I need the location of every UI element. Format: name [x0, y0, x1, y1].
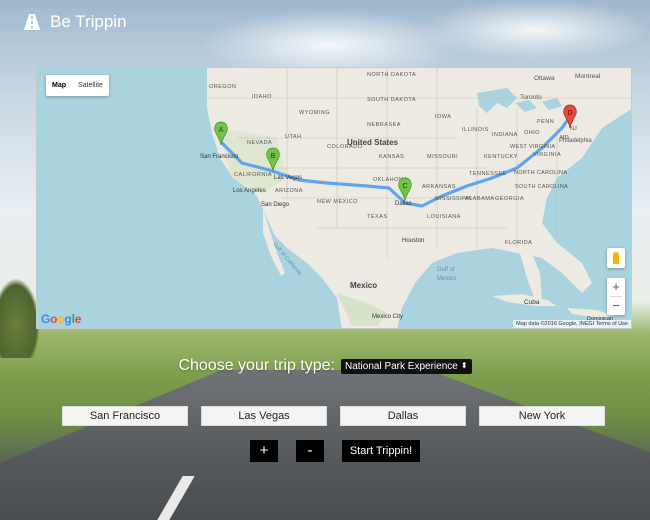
- start-trippin-button[interactable]: Start Trippin!: [342, 440, 420, 462]
- add-city-button[interactable]: +: [250, 440, 278, 462]
- label-new-mexico: NEW MEXICO: [317, 199, 358, 205]
- trip-type-selected: National Park Experience: [344, 360, 458, 372]
- label-oregon: OREGON: [209, 84, 236, 90]
- label-nj: NJ: [570, 126, 577, 132]
- label-mexico-city: Mexico City: [372, 314, 403, 320]
- label-virginia: VIRGINIA: [533, 152, 561, 158]
- label-mexico: Mexico: [350, 281, 377, 290]
- label-nebraska: NEBRASKA: [367, 122, 401, 128]
- label-kentucky: KENTUCKY: [484, 154, 518, 160]
- city-field-4[interactable]: New York: [479, 406, 605, 426]
- label-idaho: IDAHO: [252, 94, 272, 100]
- label-north-carolina: NORTH CAROLINA: [514, 170, 567, 176]
- city-field-2[interactable]: Las Vegas: [201, 406, 327, 426]
- marker-c-label: C: [402, 183, 407, 190]
- label-north-dakota: NORTH DAKOTA: [367, 72, 416, 78]
- label-tennessee: TENNESSEE: [469, 171, 507, 177]
- zoom-out-button[interactable]: −: [607, 297, 625, 315]
- select-arrows-icon: ⬍: [460, 361, 468, 370]
- city-field-1[interactable]: San Francisco: [62, 406, 188, 426]
- zoom-in-button[interactable]: +: [607, 278, 625, 296]
- map-canvas[interactable]: Ottawa Montreal Toronto NORTH DAKOTA SOU…: [37, 68, 632, 329]
- label-houston: Houston: [402, 238, 424, 244]
- trip-type-row: Choose your trip type: National Park Exp…: [0, 357, 650, 375]
- label-san-francisco: San Francisco: [200, 154, 239, 160]
- label-gulf-of-mexico-2: Mexico: [437, 276, 457, 282]
- label-georgia: GEORGIA: [495, 196, 524, 202]
- remove-city-button[interactable]: -: [296, 440, 324, 462]
- marker-d-label: D: [567, 110, 572, 117]
- pegman-icon: [613, 252, 619, 264]
- label-montreal: Montreal: [575, 73, 601, 80]
- label-indiana: INDIANA: [492, 132, 518, 138]
- label-toronto: Toronto: [520, 94, 542, 101]
- road-icon: [24, 14, 40, 30]
- label-alabama: ALABAMA: [465, 196, 494, 202]
- zoom-control[interactable]: + −: [607, 278, 625, 315]
- label-dallas: Dallas: [395, 201, 412, 207]
- trip-type-select[interactable]: National Park Experience ⬍: [340, 358, 472, 374]
- map-type-control[interactable]: Map Satellite: [46, 75, 109, 96]
- label-arkansas: ARKANSAS: [422, 184, 456, 190]
- label-cuba: Cuba: [524, 299, 540, 306]
- label-west-virginia: WEST VIRGINIA: [510, 144, 555, 150]
- trip-type-label: Choose your trip type:: [178, 357, 335, 374]
- label-florida: FLORIDA: [505, 240, 532, 246]
- label-ottawa: Ottawa: [534, 75, 555, 82]
- land-florida: [519, 250, 542, 300]
- label-penn: PENN: [537, 119, 554, 125]
- label-wyoming: WYOMING: [299, 110, 330, 116]
- label-illinois: ILLINOIS: [462, 127, 489, 133]
- label-california: CALIFORNIA: [234, 172, 272, 178]
- street-view-pegman[interactable]: [607, 248, 625, 268]
- label-utah: UTAH: [285, 134, 302, 140]
- city-field-3[interactable]: Dallas: [340, 406, 466, 426]
- label-gulf-of-mexico: Gulf of: [437, 267, 455, 273]
- google-logo[interactable]: Google: [41, 312, 81, 326]
- label-ohio: OHIO: [524, 130, 540, 136]
- label-nevada: NEVADA: [247, 140, 272, 146]
- brand[interactable]: Be Trippin: [24, 12, 127, 32]
- map-type-map-button[interactable]: Map: [46, 75, 72, 96]
- marker-b-label: B: [271, 153, 276, 160]
- label-san-diego: San Diego: [261, 202, 290, 208]
- cloud: [420, 0, 650, 60]
- label-south-carolina: SOUTH CAROLINA: [515, 184, 568, 190]
- map[interactable]: Ottawa Montreal Toronto NORTH DAKOTA SOU…: [36, 67, 632, 329]
- label-las-vegas: Las Vegas: [274, 175, 302, 181]
- label-united-states: United States: [347, 138, 399, 147]
- label-texas: TEXAS: [367, 214, 388, 220]
- brand-name: Be Trippin: [50, 12, 127, 31]
- label-philadelphia: Philadelphia: [559, 138, 592, 144]
- label-arizona: ARIZONA: [275, 188, 303, 194]
- label-iowa: IOWA: [435, 114, 451, 120]
- label-south-dakota: SOUTH DAKOTA: [367, 97, 416, 103]
- trees: [0, 278, 40, 358]
- label-kansas: KANSAS: [379, 154, 404, 160]
- marker-a-label: A: [219, 127, 224, 134]
- map-type-satellite-button[interactable]: Satellite: [72, 75, 109, 96]
- label-missouri: MISSOURI: [427, 154, 458, 160]
- map-attribution[interactable]: Map data ©2016 Google, INEGI Terms of Us…: [513, 320, 631, 328]
- label-los-angeles: Los Angeles: [233, 188, 266, 194]
- road: [0, 370, 650, 520]
- label-louisiana: LOUISIANA: [427, 214, 461, 220]
